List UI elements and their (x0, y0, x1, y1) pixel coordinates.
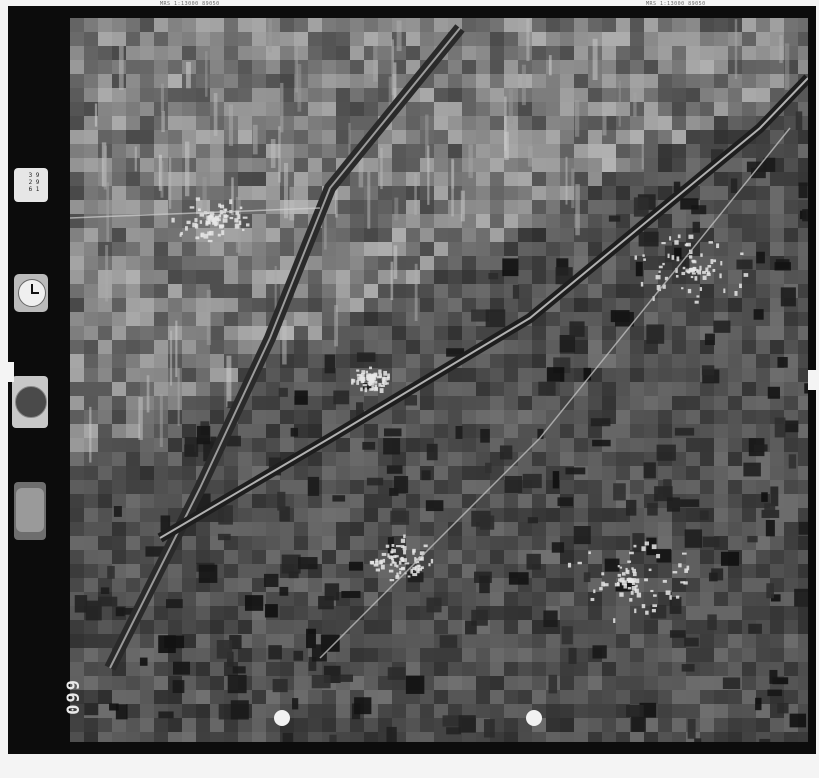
film-edge-notch (808, 370, 816, 390)
altimeter-icon (12, 376, 48, 428)
fiducial-mark (274, 710, 290, 726)
fiducial-mark (526, 710, 542, 726)
counter-dial-icon (14, 482, 46, 540)
film-label-right: MRS 1:13000 89050 (646, 1, 706, 7)
frame-number: 099 (64, 678, 84, 715)
film-label-left: MRS 1:13000 89050 (160, 1, 220, 7)
level-bubble-gauge: 3 92 96 1 (14, 168, 48, 202)
clock-icon (14, 274, 48, 312)
film-edge-notch (6, 362, 14, 382)
film-border: 3 92 96 1 (6, 6, 816, 754)
aerial-photograph (70, 18, 808, 742)
